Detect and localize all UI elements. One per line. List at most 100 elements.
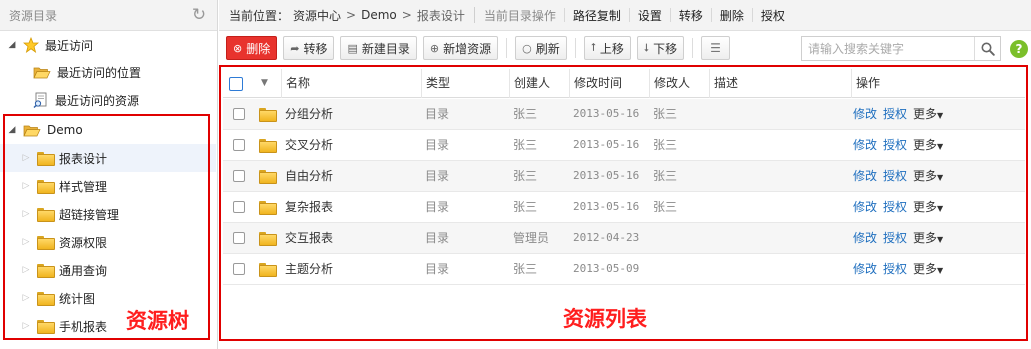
row-checkbox[interactable]: [233, 201, 245, 213]
row-modified-time: 2012-04-23: [573, 231, 640, 244]
row-actions: 修改 授权 更多▼: [853, 254, 943, 284]
column-header-modified-time[interactable]: 修改时间: [569, 69, 649, 98]
new-folder-button[interactable]: ▤ 新建目录: [340, 36, 417, 60]
breadcrumb-prefix: 当前位置：: [229, 8, 290, 23]
tree-node-recent-location[interactable]: 最近访问的位置: [0, 58, 216, 86]
menu-button[interactable]: ☰: [701, 36, 730, 60]
more-label: 更多: [913, 169, 938, 183]
refresh-icon[interactable]: ↻: [190, 6, 208, 24]
resource-list-annotation: 资源列表: [563, 307, 647, 331]
document-search-icon: [33, 92, 49, 108]
breadcrumb-separator: >: [346, 8, 357, 22]
search-icon: [981, 42, 995, 56]
row-checkbox[interactable]: [233, 170, 245, 182]
column-header-description[interactable]: 描述: [709, 69, 851, 98]
more-label: 更多: [913, 262, 938, 276]
resource-tree-annotation: 资源树: [126, 309, 189, 333]
select-all-checkbox[interactable]: [229, 77, 243, 91]
caret-down-icon: ▼: [937, 235, 944, 244]
more-dropdown[interactable]: 更多▼: [913, 107, 943, 121]
table-header: ▼ 名称 类型 创建人 修改时间 修改人 描述 操作: [223, 69, 1025, 98]
delete-circle-icon: ⊗: [233, 41, 243, 55]
row-creator: 张三: [513, 169, 538, 183]
toolbar: ⊗ 删除 ➦ 转移 ▤ 新建目录 ⊕ 新增资源 ○ 刷新 ⭡ 上移 ⭣ 下移 ☰…: [219, 31, 1031, 65]
move-button[interactable]: ➦ 转移: [283, 36, 335, 60]
tree-node-recent-resource[interactable]: 最近访问的资源: [0, 86, 216, 114]
table-row[interactable]: 复杂报表 目录 张三 2013-05-16 张三 修改 授权 更多▼: [223, 192, 1025, 223]
authorize-link[interactable]: 授权: [761, 7, 785, 24]
edit-link[interactable]: 修改: [853, 169, 877, 183]
table-row[interactable]: 主题分析 目录 张三 2013-05-09 修改 授权 更多▼: [223, 254, 1025, 285]
expanded-arrow-icon[interactable]: ◢: [7, 40, 17, 50]
divider: [473, 7, 475, 23]
move-down-button[interactable]: ⭣ 下移: [636, 36, 685, 60]
transfer-link[interactable]: 转移: [679, 7, 703, 24]
more-dropdown[interactable]: 更多▼: [913, 200, 943, 214]
new-folder-button-label: 新建目录: [361, 41, 410, 56]
more-label: 更多: [913, 138, 938, 152]
delete-button[interactable]: ⊗ 删除: [226, 36, 278, 60]
breadcrumb-item-demo[interactable]: Demo: [361, 8, 397, 22]
divider: [563, 8, 565, 22]
resource-tree-panel: 资源目录 ↻ ◢ 最近访问 最近访问的位置 最近访问的资源 ◢ Demo ▷ 报…: [0, 0, 218, 349]
copy-path-link[interactable]: 路径复制: [573, 7, 621, 24]
grant-link[interactable]: 授权: [883, 107, 907, 121]
column-header-type[interactable]: 类型: [421, 69, 509, 98]
settings-link[interactable]: 设置: [638, 7, 662, 24]
table-row[interactable]: 分组分析 目录 张三 2013-05-16 张三 修改 授权 更多▼: [223, 99, 1025, 130]
row-actions: 修改 授权 更多▼: [853, 192, 943, 222]
more-dropdown[interactable]: 更多▼: [913, 262, 943, 276]
new-folder-icon: ▤: [347, 41, 358, 55]
help-icon[interactable]: ?: [1010, 40, 1028, 58]
row-name[interactable]: 自由分析: [285, 161, 333, 191]
row-name[interactable]: 主题分析: [285, 254, 333, 284]
breadcrumb-item-resource-center[interactable]: 资源中心: [293, 7, 341, 24]
search-button[interactable]: [974, 37, 1000, 60]
edit-link[interactable]: 修改: [853, 262, 877, 276]
grant-link[interactable]: 授权: [883, 262, 907, 276]
edit-link[interactable]: 修改: [853, 200, 877, 214]
row-name[interactable]: 分组分析: [285, 99, 333, 129]
grant-link[interactable]: 授权: [883, 138, 907, 152]
delete-link[interactable]: 删除: [720, 7, 744, 24]
search-input[interactable]: [802, 37, 974, 60]
more-dropdown[interactable]: 更多▼: [913, 138, 943, 152]
row-name[interactable]: 交叉分析: [285, 130, 333, 160]
refresh-button[interactable]: ○ 刷新: [515, 36, 567, 60]
open-folder-icon: [33, 65, 51, 80]
more-label: 更多: [913, 200, 938, 214]
new-resource-button[interactable]: ⊕ 新增资源: [422, 36, 499, 60]
edit-link[interactable]: 修改: [853, 231, 877, 245]
row-checkbox[interactable]: [233, 263, 245, 275]
table-row[interactable]: 交互报表 目录 管理员 2012-04-23 修改 授权 更多▼: [223, 223, 1025, 254]
row-name[interactable]: 交互报表: [285, 223, 333, 253]
grant-link[interactable]: 授权: [883, 231, 907, 245]
divider: [669, 8, 671, 22]
row-checkbox[interactable]: [233, 232, 245, 244]
edit-link[interactable]: 修改: [853, 138, 877, 152]
column-menu-icon[interactable]: ▼: [257, 69, 268, 98]
grant-link[interactable]: 授权: [883, 169, 907, 183]
search-box: [801, 36, 1001, 61]
column-header-name[interactable]: 名称: [281, 69, 421, 98]
row-name[interactable]: 复杂报表: [285, 192, 333, 222]
new-resource-button-label: 新增资源: [443, 41, 492, 56]
tree-node-recent[interactable]: ◢ 最近访问: [0, 31, 216, 59]
folder-icon: [259, 232, 277, 246]
more-dropdown[interactable]: 更多▼: [913, 169, 943, 183]
column-header-modifier[interactable]: 修改人: [649, 69, 709, 98]
table-row[interactable]: 自由分析 目录 张三 2013-05-16 张三 修改 授权 更多▼: [223, 161, 1025, 192]
delete-button-label: 删除: [246, 41, 271, 56]
more-dropdown[interactable]: 更多▼: [913, 231, 943, 245]
current-directory-ops-label: 当前目录操作: [483, 8, 556, 23]
move-up-button[interactable]: ⭡ 上移: [583, 36, 631, 60]
row-checkbox[interactable]: [233, 108, 245, 120]
table-row[interactable]: 交叉分析 目录 张三 2013-05-16 张三 修改 授权 更多▼: [223, 130, 1025, 161]
row-type: 目录: [425, 231, 450, 245]
edit-link[interactable]: 修改: [853, 107, 877, 121]
row-checkbox[interactable]: [233, 139, 245, 151]
column-header-creator[interactable]: 创建人: [509, 69, 569, 98]
row-type: 目录: [425, 138, 450, 152]
divider: [628, 8, 630, 22]
grant-link[interactable]: 授权: [883, 200, 907, 214]
